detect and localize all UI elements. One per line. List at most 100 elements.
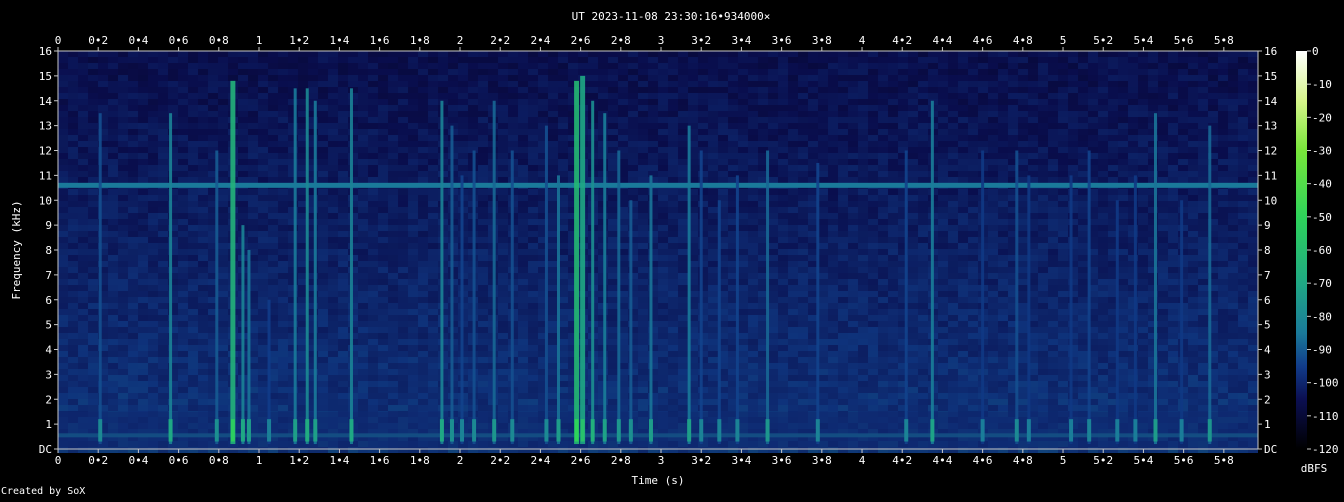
noise-cell [608,189,618,195]
noise-cell [78,261,88,267]
noise-cell [278,123,288,129]
noise-cell [1138,117,1148,123]
noise-cell [938,105,948,111]
noise-cell [268,189,278,195]
noise-cell [548,279,558,285]
noise-cell [1098,111,1108,117]
noise-cell [988,117,998,123]
noise-cell [768,171,778,177]
noise-cell [368,279,378,285]
noise-cell [58,123,68,129]
noise-cell [1128,141,1138,147]
noise-cell [658,75,668,81]
noise-cell [258,255,268,261]
noise-cell [1168,75,1178,81]
noise-cell [318,267,328,273]
noise-cell [948,129,958,135]
noise-cell [468,93,478,99]
noise-cell [858,51,868,57]
noise-cell [1038,243,1048,249]
noise-cell [938,57,948,63]
noise-cell [968,57,978,63]
noise-cell [58,177,68,183]
noise-cell [1028,69,1038,75]
noise-cell [848,153,858,159]
noise-cell [978,69,988,75]
noise-cell [188,267,198,273]
noise-cell [968,213,978,219]
noise-cell [398,273,408,279]
noise-cell [198,69,208,75]
noise-cell [958,111,968,117]
noise-cell [378,141,388,147]
noise-cell [1048,177,1058,183]
noise-cell [148,213,158,219]
noise-cell [88,207,98,213]
noise-cell [338,135,348,141]
noise-cell [1018,213,1028,219]
noise-cell [608,219,618,225]
noise-cell [668,195,678,201]
noise-cell [78,201,88,207]
noise-cell [278,57,288,63]
noise-cell [608,285,618,291]
noise-cell [368,297,378,303]
noise-cell [688,111,698,117]
noise-cell [1068,237,1078,243]
noise-cell [198,153,208,159]
noise-cell [1168,159,1178,165]
noise-cell [788,87,798,93]
noise-cell [138,159,148,165]
noise-cell [368,93,378,99]
noise-cell [328,249,338,255]
noise-cell [268,249,278,255]
noise-cell [718,57,728,63]
noise-cell [788,279,798,285]
noise-cell [938,261,948,267]
noise-cell [178,195,188,201]
noise-cell [428,273,438,279]
noise-cell [188,135,198,141]
noise-cell [868,219,878,225]
noise-cell [158,99,168,105]
noise-cell [948,171,958,177]
noise-cell [858,177,868,183]
noise-cell [668,213,678,219]
noise-cell [58,51,68,57]
noise-cell [188,237,198,243]
noise-cell [908,207,918,213]
noise-cell [678,213,688,219]
noise-cell [878,249,888,255]
noise-cell [128,285,138,291]
noise-cell [248,57,258,63]
noise-cell [108,291,118,297]
noise-cell [568,51,578,57]
noise-cell [298,69,308,75]
noise-cell [468,69,478,75]
noise-cell [1058,189,1068,195]
noise-cell [738,249,748,255]
noise-cell [498,63,508,69]
noise-cell [318,63,328,69]
noise-cell [918,51,928,57]
noise-cell [368,69,378,75]
noise-cell [778,153,788,159]
noise-cell [478,285,488,291]
noise-cell [138,123,148,129]
noise-cell [1178,105,1188,111]
noise-cell [88,93,98,99]
noise-cell [128,201,138,207]
noise-cell [858,81,868,87]
noise-cell [148,141,158,147]
noise-cell [658,213,668,219]
noise-cell [188,201,198,207]
noise-cell [378,51,388,57]
noise-cell [808,75,818,81]
noise-cell [1098,81,1108,87]
noise-cell [868,273,878,279]
noise-cell [1158,189,1168,195]
noise-cell [158,279,168,285]
noise-cell [858,213,868,219]
noise-cell [178,237,188,243]
noise-cell [658,57,668,63]
